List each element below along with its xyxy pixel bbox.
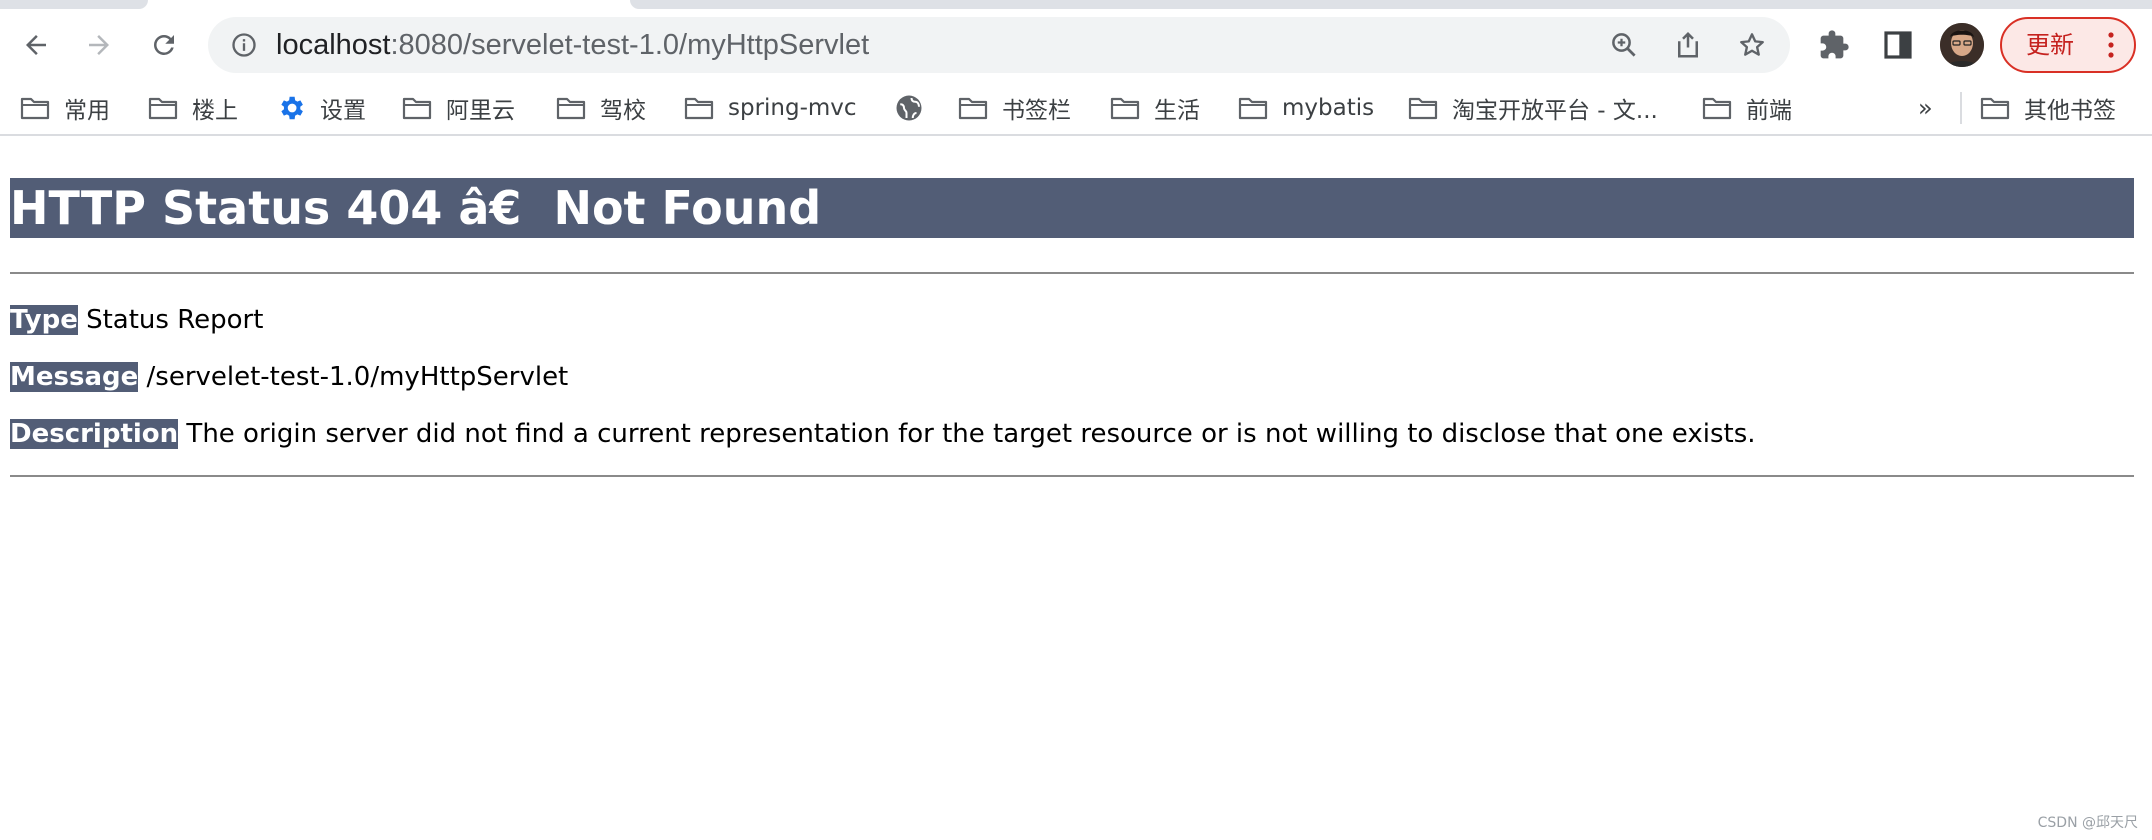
folder-icon	[556, 97, 586, 120]
watermark: CSDN @邱天尺	[2037, 815, 2138, 831]
error-title: HTTP Status 404 â€ Not Found	[10, 178, 2134, 238]
page-content: HTTP Status 404 â€ Not Found Type Status…	[0, 138, 2152, 840]
folder-icon	[1238, 97, 1268, 120]
url-text[interactable]: localhost:8080/servelet-test-1.0/myHttpS…	[276, 17, 869, 73]
divider	[10, 475, 2134, 477]
tab-strip-left	[0, 0, 148, 9]
tab-strip-right	[630, 0, 2152, 9]
star-icon	[1740, 33, 1764, 56]
reload-icon	[154, 35, 174, 55]
side-panel-icon	[1884, 31, 1912, 59]
more-vert-icon[interactable]	[2108, 31, 2114, 59]
bookmark-item[interactable]: mybatis	[1238, 88, 1374, 128]
description-value: The origin server did not find a current…	[178, 419, 1756, 449]
folder-icon	[958, 97, 988, 120]
message-row: Message /servelet-test-1.0/myHttpServlet	[10, 360, 568, 394]
folder-icon	[20, 97, 50, 120]
bookmark-star-button[interactable]	[1736, 29, 1768, 61]
zoom-in-icon	[1612, 33, 1636, 57]
bookmark-item[interactable]: 驾校	[556, 88, 646, 128]
bookmark-label: spring-mvc	[728, 95, 857, 121]
type-value: Status Report	[77, 305, 264, 335]
divider	[10, 272, 2134, 274]
profile-avatar[interactable]	[1940, 23, 1984, 67]
share-button[interactable]	[1672, 29, 1704, 61]
bookmark-label: 其他书签	[2024, 98, 2116, 124]
browser-toolbar: localhost:8080/servelet-test-1.0/myHttpS…	[0, 9, 2152, 81]
globe-icon	[896, 95, 922, 121]
type-label: Type	[10, 305, 78, 335]
update-label: 更新	[2026, 31, 2074, 59]
avatar-icon	[1940, 23, 1984, 67]
bookmark-label: 书签栏	[1002, 98, 1071, 124]
bookmark-item[interactable]: 生活	[1110, 88, 1200, 128]
reload-button[interactable]	[142, 23, 186, 67]
bookmark-label: 淘宝开放平台 - 文...	[1452, 98, 1658, 124]
bookmark-label: 前端	[1746, 98, 1792, 124]
folder-icon	[1110, 97, 1140, 120]
address-bar[interactable]: localhost:8080/servelet-test-1.0/myHttpS…	[208, 17, 1790, 73]
message-value: /servelet-test-1.0/myHttpServlet	[138, 362, 569, 392]
extensions-button[interactable]	[1812, 23, 1856, 67]
type-row: Type Status Report	[10, 303, 263, 337]
folder-icon	[402, 97, 432, 120]
folder-icon	[1702, 97, 1732, 120]
bookmark-item[interactable]: spring-mvc	[684, 88, 857, 128]
bookmark-item[interactable]: 书签栏	[958, 88, 1071, 128]
arrow-right-icon	[89, 35, 109, 55]
back-button[interactable]	[14, 23, 58, 67]
gear-icon	[281, 96, 303, 120]
bookmark-label: 设置	[320, 98, 366, 124]
puzzle-icon	[1820, 30, 1849, 59]
bookmark-label: 阿里云	[446, 98, 515, 124]
bookmark-item[interactable]: 前端	[1702, 88, 1792, 128]
bookmarks-overflow-button[interactable]: »	[1918, 88, 1933, 128]
url-path: :8080/servelet-test-1.0/myHttpServlet	[390, 29, 870, 61]
bookmarks-bar: 常用 楼上 设置 阿里云 驾校 spring-mvc 书签栏 生活 mybati…	[0, 82, 2152, 136]
bookmark-label: 楼上	[192, 98, 238, 124]
description-label: Description	[10, 419, 179, 449]
folder-icon	[1408, 97, 1438, 120]
bookmark-label: 生活	[1154, 98, 1200, 124]
bookmark-label: 驾校	[600, 98, 646, 124]
side-panel-button[interactable]	[1876, 23, 1920, 67]
update-button[interactable]: 更新	[2000, 17, 2136, 73]
bookmark-label: 常用	[64, 98, 110, 124]
bookmark-item[interactable]: 淘宝开放平台 - 文...	[1408, 88, 1658, 128]
folder-icon	[148, 97, 178, 120]
forward-button[interactable]	[77, 23, 121, 67]
folder-icon	[684, 97, 714, 120]
folder-icon	[1980, 97, 2010, 120]
bookmarks-separator	[1960, 92, 1962, 124]
share-icon	[1678, 31, 1698, 58]
bookmark-item[interactable]: 楼上	[148, 88, 238, 128]
bookmark-item[interactable]: 常用	[20, 88, 110, 128]
url-host: localhost	[276, 29, 391, 61]
bookmark-item[interactable]: 阿里云	[402, 88, 515, 128]
tab-strip	[0, 0, 2152, 9]
bookmark-item[interactable]: 设置	[276, 88, 366, 128]
bookmark-item[interactable]	[894, 88, 938, 128]
arrow-left-icon	[26, 35, 46, 55]
description-row: Description The origin server did not fi…	[10, 417, 1756, 451]
bookmark-label: mybatis	[1282, 95, 1375, 121]
info-icon[interactable]	[230, 31, 258, 59]
other-bookmarks[interactable]: 其他书签	[1980, 88, 2116, 128]
zoom-button[interactable]	[1608, 29, 1640, 61]
message-label: Message	[10, 362, 139, 392]
